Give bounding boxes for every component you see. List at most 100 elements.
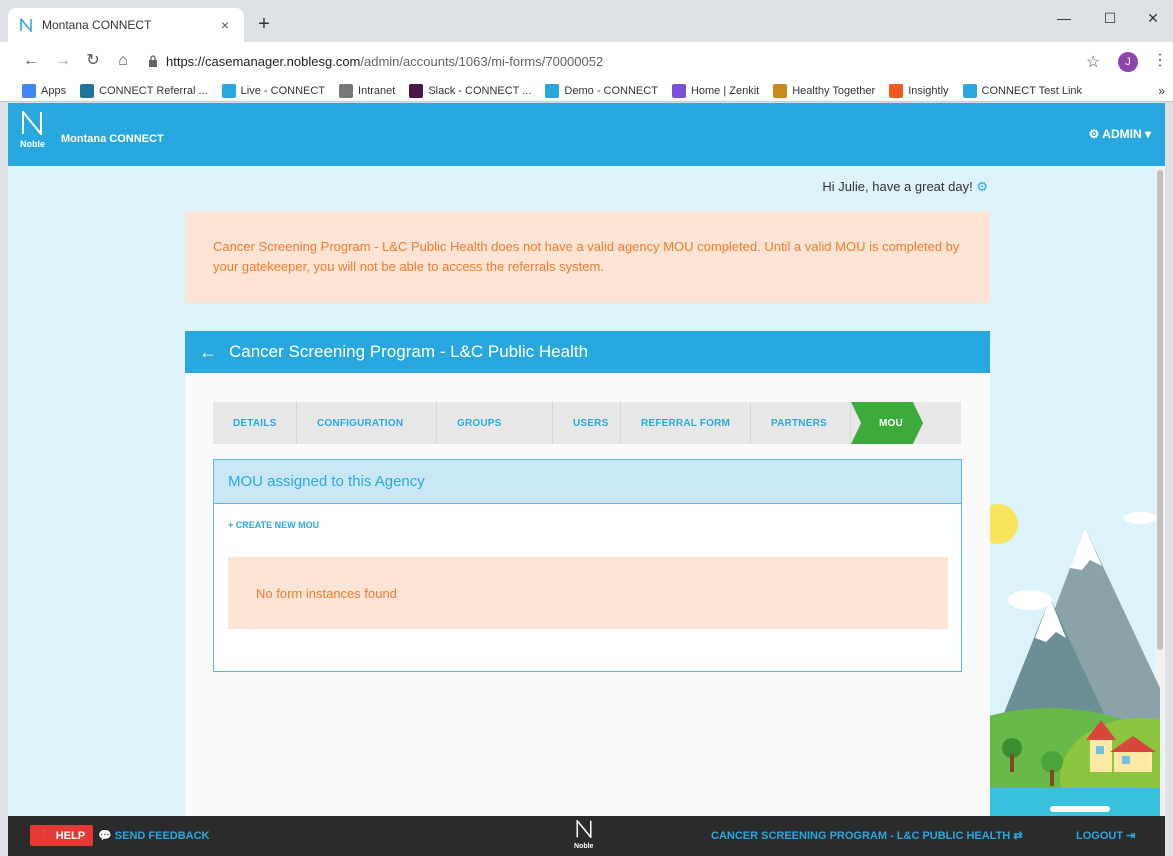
bookmarks-overflow-icon[interactable]: » (1158, 84, 1165, 98)
bookmark-label: Home | Zenkit (690, 84, 760, 97)
footer-agency-label: CANCER SCREENING PROGRAM - L&C PUBLIC HE… (711, 830, 1011, 842)
app-header: Noble Montana CONNECT ⚙ ADMIN ▾ (8, 103, 1165, 166)
help-button[interactable]: ❓ HELP (30, 825, 94, 846)
page-viewport: Noble Montana CONNECT ⚙ ADMIN ▾ Hi Julie… (8, 103, 1165, 856)
noble-icon (545, 83, 560, 98)
landscape-illustration (990, 504, 1160, 818)
sign-out-icon: ⇥ (1126, 830, 1136, 842)
speech-bubble-icon: 💬 (98, 830, 112, 842)
browser-tab[interactable]: Montana CONNECT × (8, 8, 244, 42)
noble-icon (221, 83, 236, 98)
gear-icon: ⚙ (1088, 127, 1100, 141)
address-bar-row: ← → ↻ ⌂ https://casemanager.noblesg.com /… (0, 42, 1173, 80)
browser-menu-icon[interactable]: ⋮ (1152, 50, 1168, 70)
bookmark-item[interactable]: Insightly (889, 83, 949, 98)
new-tab-button[interactable]: + (252, 12, 276, 36)
noble-logo-mark-icon (574, 818, 593, 843)
bookmark-item[interactable]: Healthy Together (773, 83, 876, 98)
footer-logo-text: Noble (574, 843, 594, 850)
home-icon[interactable]: ⌂ (112, 50, 134, 72)
panel-title: MOU assigned to this Agency (214, 460, 961, 504)
insightly-icon (889, 83, 904, 98)
bookmarks-bar: Apps CONNECT Referral ... Live - CONNECT In… (0, 80, 1173, 102)
greeting-text: Hi Julie, have a great day! (822, 179, 973, 194)
admin-menu[interactable]: ⚙ ADMIN ▾ (1089, 127, 1151, 141)
bookmark-item[interactable]: CONNECT Test Link (962, 83, 1083, 98)
bookmark-item[interactable]: Demo - CONNECT (545, 83, 658, 98)
url-path: /admin/accounts/1063/mi-forms/70000052 (360, 53, 604, 69)
admin-label: ADMIN (1102, 127, 1142, 141)
url-host: https://casemanager.noblesg.com (166, 53, 361, 69)
page-icon (339, 83, 354, 98)
bookmark-item[interactable]: Apps (22, 83, 67, 98)
minimize-icon[interactable]: — (1044, 6, 1084, 30)
bookmark-item[interactable]: CONNECT Referral ... (80, 83, 208, 98)
tab-close-icon[interactable]: × (216, 17, 234, 33)
logout-label: LOGOUT (1076, 830, 1124, 842)
wizard-step-referral-form[interactable]: REFERRAL FORM (621, 402, 751, 444)
agency-card: ← Cancer Screening Program - L&C Public … (185, 331, 990, 856)
bookmark-label: Healthy Together (792, 84, 876, 97)
feedback-label: SEND FEEDBACK (114, 830, 210, 842)
mou-warning-alert: Cancer Screening Program - L&C Public He… (185, 211, 990, 303)
noble-logo-mark-icon (20, 109, 45, 141)
healthy-icon (773, 83, 788, 98)
greeting: Hi Julie, have a great day! ⚙ (668, 179, 988, 195)
noble-favicon-icon (18, 17, 34, 33)
bookmark-label: Slack - CONNECT ... (428, 84, 532, 97)
bookmark-item[interactable]: Slack - CONNECT ... (409, 83, 532, 98)
lock-icon (148, 55, 158, 67)
reload-icon[interactable]: ↻ (82, 50, 104, 72)
bookmark-label: Apps (41, 84, 67, 97)
bookmark-label: Live - CONNECT (240, 84, 326, 97)
bookmark-label: CONNECT Test Link (981, 84, 1083, 97)
mou-panel: MOU assigned to this Agency + CREATE NEW… (213, 459, 962, 672)
forward-arrow-icon[interactable]: → (52, 50, 74, 72)
empty-state-message: No form instances found (228, 557, 948, 629)
apps-icon (22, 83, 36, 98)
wizard-step-configuration[interactable]: CONFIGURATION (297, 402, 437, 444)
back-arrow-icon[interactable]: ← (20, 50, 42, 72)
bookmark-label: CONNECT Referral ... (99, 84, 208, 97)
create-new-mou-link[interactable]: + CREATE NEW MOU (228, 520, 319, 530)
logout-link[interactable]: LOGOUT ⇥ (1076, 829, 1135, 842)
tab-title: Montana CONNECT (42, 18, 152, 32)
maximize-icon[interactable]: ☐ (1090, 6, 1130, 30)
window-close-icon[interactable]: ✕ (1133, 6, 1173, 30)
bookmark-item[interactable]: Intranet (339, 83, 396, 98)
browser-titlebar: Montana CONNECT × + — ☐ ✕ (0, 0, 1173, 42)
wizard-step-details[interactable]: DETAILS (213, 402, 297, 444)
slack-icon (409, 83, 424, 98)
agency-title: Cancer Screening Program - L&C Public He… (229, 342, 589, 361)
logo-text: Noble (20, 139, 46, 149)
zenkit-icon (671, 83, 686, 98)
wizard-step-groups[interactable]: GROUPS (437, 402, 553, 444)
bookmark-item[interactable]: Home | Zenkit (671, 83, 760, 98)
bookmark-star-icon[interactable]: ☆ (1086, 52, 1100, 72)
question-icon: ❓ (38, 830, 52, 842)
caret-down-icon: ▾ (1144, 127, 1151, 141)
wizard-step-mou[interactable]: MOU (851, 402, 923, 444)
bookmark-label: Intranet (358, 84, 396, 97)
switch-agency-link[interactable]: CANCER SCREENING PROGRAM - L&C PUBLIC HE… (711, 829, 1023, 842)
help-label: HELP (55, 829, 86, 842)
wordpress-icon (80, 83, 95, 98)
wizard-steps: DETAILS CONFIGURATION GROUPS USERS REFERRAL … (213, 402, 961, 444)
wizard-step-users[interactable]: USERS (553, 402, 621, 444)
profile-avatar[interactable]: J (1118, 52, 1138, 72)
shuffle-icon: ⇄ (1013, 830, 1023, 842)
wizard-step-partners[interactable]: PARTNERS (751, 402, 851, 444)
bookmark-item[interactable]: Live - CONNECT (221, 83, 326, 98)
footer-logo: Noble (574, 818, 594, 850)
app-name: Montana CONNECT (61, 133, 164, 145)
back-arrow-icon[interactable]: ← (199, 342, 217, 363)
noble-icon (962, 83, 977, 98)
bookmark-label: Demo - CONNECT (564, 84, 658, 97)
settings-gear-icon[interactable]: ⚙ (976, 179, 988, 194)
footer-bar: ❓ HELP 💬 SEND FEEDBACK Noble CANCER SCRE… (8, 816, 1165, 856)
noble-logo[interactable]: Noble (20, 109, 46, 149)
url-input[interactable]: https://casemanager.noblesg.com/admin/ac… (140, 47, 1120, 75)
send-feedback-link[interactable]: 💬 SEND FEEDBACK (98, 829, 210, 842)
bookmark-label: Insightly (908, 84, 949, 97)
card-header: ← Cancer Screening Program - L&C Public … (185, 331, 990, 373)
